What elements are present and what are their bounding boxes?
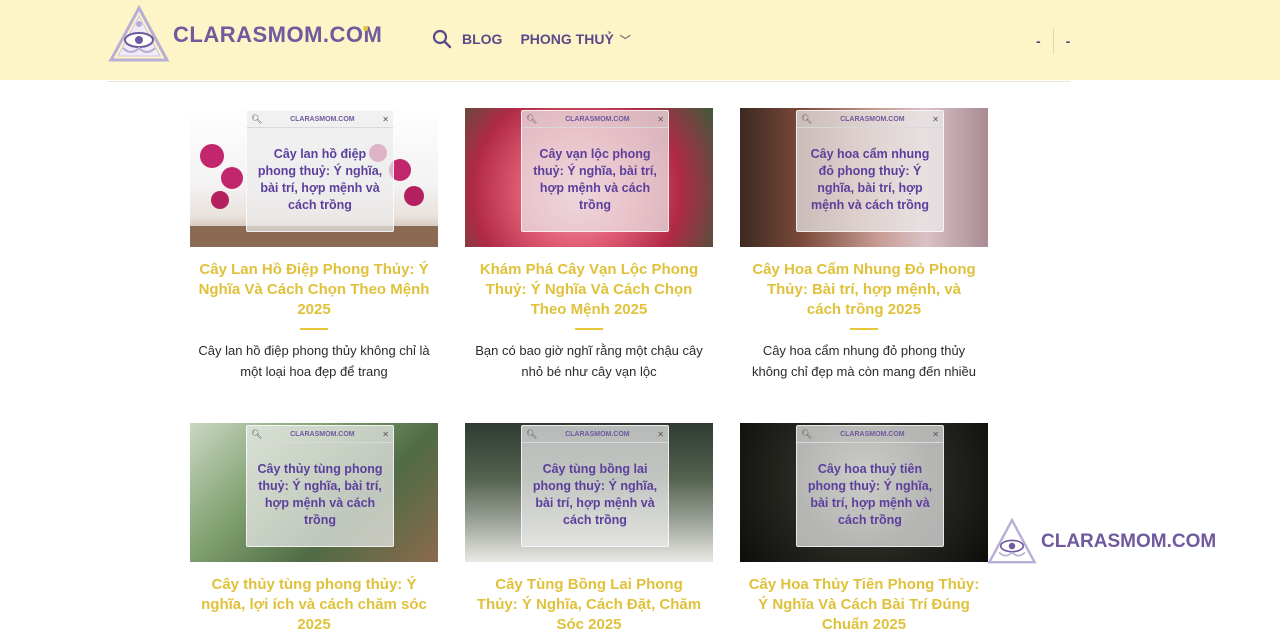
- logo-eye-triangle-icon: [108, 4, 170, 62]
- close-icon: ✕: [932, 114, 939, 124]
- close-icon: ✕: [382, 429, 389, 439]
- watermark-logo: CLARASMOM.COM: [986, 517, 1216, 567]
- nav-phong-thuy-label: PHONG THUỶ: [520, 30, 614, 47]
- post-thumbnail[interactable]: 🔍︎ CLARASMOM.COM ✕ Cây thủy tùng phong t…: [190, 423, 438, 562]
- nav-phong-thuy[interactable]: PHONG THUỶ ﹀: [520, 31, 630, 48]
- search-icon[interactable]: [432, 29, 452, 49]
- main-nav: BLOG PHONG THUỶ ﹀: [432, 29, 631, 49]
- post-title[interactable]: Cây Hoa Cẩm Nhung Đỏ Phong Thủy: Bài trí…: [740, 260, 988, 320]
- post-title[interactable]: Cây Hoa Thủy Tiên Phong Thủy: Ý Nghĩa Và…: [740, 575, 988, 635]
- post-thumbnail[interactable]: 🔍︎ CLARASMOM.COM ✕ Cây vạn lộc phong thu…: [465, 108, 713, 247]
- overlay-heading: Cây hoa cẩm nhung đỏ phong thuỷ: Ý nghĩa…: [810, 147, 930, 212]
- search-icon: 🔍︎: [801, 113, 813, 124]
- post-card: 🔍︎ CLARASMOM.COM ✕ Cây thủy tùng phong t…: [190, 423, 438, 635]
- overlay-toolbar: 🔍︎ CLARASMOM.COM ✕: [247, 111, 393, 128]
- overlay-site-name: CLARASMOM.COM: [565, 430, 630, 438]
- post-excerpt: Cây lan hồ điệp phong thủy không chỉ là …: [198, 343, 430, 379]
- logo-text: CLARASMOM.COM: [173, 22, 383, 47]
- logo-dot: [363, 26, 368, 31]
- logo-eye-triangle-icon: [987, 517, 1037, 564]
- thumbnail-overlay-card: 🔍︎ CLARASMOM.COM ✕ Cây lan hồ điệp phong…: [246, 110, 394, 232]
- search-icon: 🔍︎: [526, 428, 538, 439]
- site-logo[interactable]: CLARASMOM.COM: [107, 4, 382, 66]
- header-divider: [1052, 28, 1054, 54]
- post-card: 🔍︎ CLARASMOM.COM ✕ Cây lan hồ điệp phong…: [190, 108, 438, 382]
- post-title[interactable]: Khám Phá Cây Vạn Lộc Phong Thuỷ: Ý Nghĩa…: [465, 260, 713, 320]
- overlay-site-name: CLARASMOM.COM: [290, 115, 355, 123]
- overlay-toolbar: 🔍︎ CLARASMOM.COM ✕: [797, 111, 943, 128]
- post-title[interactable]: Cây thủy tùng phong thủy: Ý nghĩa, lợi í…: [190, 575, 438, 635]
- post-card: 🔍︎ CLARASMOM.COM ✕ Cây hoa cẩm nhung đỏ …: [740, 108, 988, 382]
- overlay-site-name: CLARASMOM.COM: [840, 115, 905, 123]
- title-divider: [850, 328, 878, 330]
- close-icon: ✕: [657, 114, 664, 124]
- post-title[interactable]: Cây Tùng Bồng Lai Phong Thủy: Ý Nghĩa, C…: [465, 575, 713, 635]
- overlay-toolbar: 🔍︎ CLARASMOM.COM ✕: [522, 426, 668, 443]
- title-divider: [575, 328, 603, 330]
- header-right: - -: [1030, 28, 1076, 54]
- nav-blog[interactable]: BLOG: [462, 31, 502, 47]
- overlay-toolbar: 🔍︎ CLARASMOM.COM ✕: [247, 426, 393, 443]
- overlay-heading: Cây lan hồ điệp phong thuỷ: Ý nghĩa, bài…: [257, 147, 383, 212]
- header-item-1[interactable]: -: [1030, 33, 1047, 49]
- thumbnail-overlay-card: 🔍︎ CLARASMOM.COM ✕ Cây hoa cẩm nhung đỏ …: [796, 110, 944, 232]
- thumbnail-overlay-card: 🔍︎ CLARASMOM.COM ✕ Cây hoa thuỷ tiên pho…: [796, 425, 944, 547]
- post-excerpt: Bạn có bao giờ nghĩ rằng một chậu cây nh…: [475, 343, 703, 379]
- post-excerpt: Cây hoa cẩm nhung đỏ phong thủy không ch…: [751, 343, 977, 379]
- overlay-site-name: CLARASMOM.COM: [565, 115, 630, 123]
- overlay-heading: Cây tùng bồng lai phong thuỷ: Ý nghĩa, b…: [532, 462, 658, 527]
- close-icon: ✕: [382, 114, 389, 124]
- search-icon: 🔍︎: [251, 113, 263, 124]
- post-thumbnail[interactable]: 🔍︎ CLARASMOM.COM ✕ Cây hoa thuỷ tiên pho…: [740, 423, 988, 562]
- overlay-heading: Cây hoa thuỷ tiên phong thuỷ: Ý nghĩa, b…: [807, 462, 933, 527]
- search-icon: 🔍︎: [251, 428, 263, 439]
- overlay-site-name: CLARASMOM.COM: [290, 430, 355, 438]
- thumbnail-overlay-card: 🔍︎ CLARASMOM.COM ✕ Cây vạn lộc phong thu…: [521, 110, 669, 232]
- post-title[interactable]: Cây Lan Hồ Điệp Phong Thủy: Ý Nghĩa Và C…: [190, 260, 438, 320]
- thumbnail-overlay-card: 🔍︎ CLARASMOM.COM ✕ Cây tùng bồng lai pho…: [521, 425, 669, 547]
- thumbnail-overlay-card: 🔍︎ CLARASMOM.COM ✕ Cây thủy tùng phong t…: [246, 425, 394, 547]
- post-card: 🔍︎ CLARASMOM.COM ✕ Cây vạn lộc phong thu…: [465, 108, 713, 382]
- overlay-site-name: CLARASMOM.COM: [840, 430, 905, 438]
- overlay-toolbar: 🔍︎ CLARASMOM.COM ✕: [797, 426, 943, 443]
- post-card: 🔍︎ CLARASMOM.COM ✕ Cây tùng bồng lai pho…: [465, 423, 713, 635]
- close-icon: ✕: [657, 429, 664, 439]
- site-header: CLARASMOM.COM BLOG PHONG THUỶ ﹀ - -: [0, 0, 1280, 80]
- search-icon: 🔍︎: [801, 428, 813, 439]
- post-card: 🔍︎ CLARASMOM.COM ✕ Cây hoa thuỷ tiên pho…: [740, 423, 988, 635]
- header-divider-line: [107, 81, 1070, 82]
- post-thumbnail[interactable]: 🔍︎ CLARASMOM.COM ✕ Cây lan hồ điệp phong…: [190, 108, 438, 247]
- overlay-heading: Cây vạn lộc phong thuỷ: Ý nghĩa, bài trí…: [533, 147, 657, 212]
- post-thumbnail[interactable]: 🔍︎ CLARASMOM.COM ✕ Cây tùng bồng lai pho…: [465, 423, 713, 562]
- post-thumbnail[interactable]: 🔍︎ CLARASMOM.COM ✕ Cây hoa cẩm nhung đỏ …: [740, 108, 988, 247]
- header-item-2[interactable]: -: [1060, 33, 1077, 49]
- search-icon: 🔍︎: [526, 113, 538, 124]
- watermark-text: CLARASMOM.COM: [1041, 531, 1217, 552]
- chevron-down-icon: ﹀: [619, 34, 631, 47]
- overlay-heading: Cây thủy tùng phong thuỷ: Ý nghĩa, bài t…: [257, 462, 383, 527]
- close-icon: ✕: [932, 429, 939, 439]
- overlay-toolbar: 🔍︎ CLARASMOM.COM ✕: [522, 111, 668, 128]
- title-divider: [300, 328, 328, 330]
